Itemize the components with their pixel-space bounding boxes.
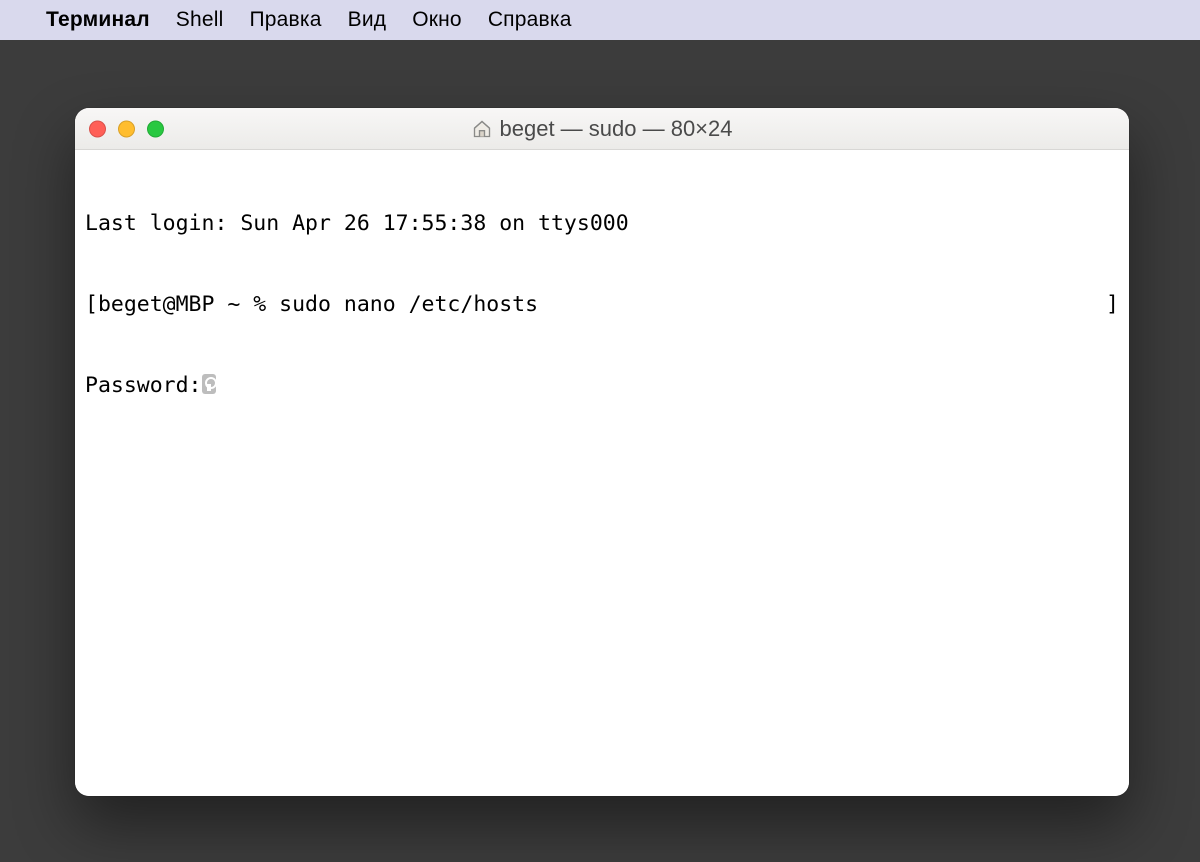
window-titlebar[interactable]: beget — sudo — 80×24 xyxy=(75,108,1129,150)
window-title-text: beget — sudo — 80×24 xyxy=(500,116,733,142)
terminal-line-password: Password: xyxy=(85,372,1119,399)
macos-menubar: Терминал Shell Правка Вид Окно Справка xyxy=(0,0,1200,40)
terminal-line-last-login: Last login: Sun Apr 26 17:55:38 on ttys0… xyxy=(85,210,1119,237)
menu-edit[interactable]: Правка xyxy=(249,8,321,32)
prompt-left: [beget@MBP ~ % sudo nano /etc/hosts xyxy=(85,291,538,318)
prompt-right: ] xyxy=(1106,291,1119,318)
terminal-content[interactable]: Last login: Sun Apr 26 17:55:38 on ttys0… xyxy=(75,150,1129,796)
password-key-icon xyxy=(202,374,216,394)
password-label: Password: xyxy=(85,373,202,398)
traffic-lights xyxy=(89,120,164,137)
terminal-line-prompt: [beget@MBP ~ % sudo nano /etc/hosts] xyxy=(85,291,1119,318)
window-minimize-button[interactable] xyxy=(118,120,135,137)
menu-help[interactable]: Справка xyxy=(488,8,572,32)
window-title: beget — sudo — 80×24 xyxy=(472,116,733,142)
terminal-window: beget — sudo — 80×24 Last login: Sun Apr… xyxy=(75,108,1129,796)
window-maximize-button[interactable] xyxy=(147,120,164,137)
menu-view[interactable]: Вид xyxy=(348,8,387,32)
app-name-menu[interactable]: Терминал xyxy=(46,8,150,32)
menu-window[interactable]: Окно xyxy=(412,8,462,32)
window-close-button[interactable] xyxy=(89,120,106,137)
menu-shell[interactable]: Shell xyxy=(176,8,224,32)
home-folder-icon xyxy=(472,119,492,139)
